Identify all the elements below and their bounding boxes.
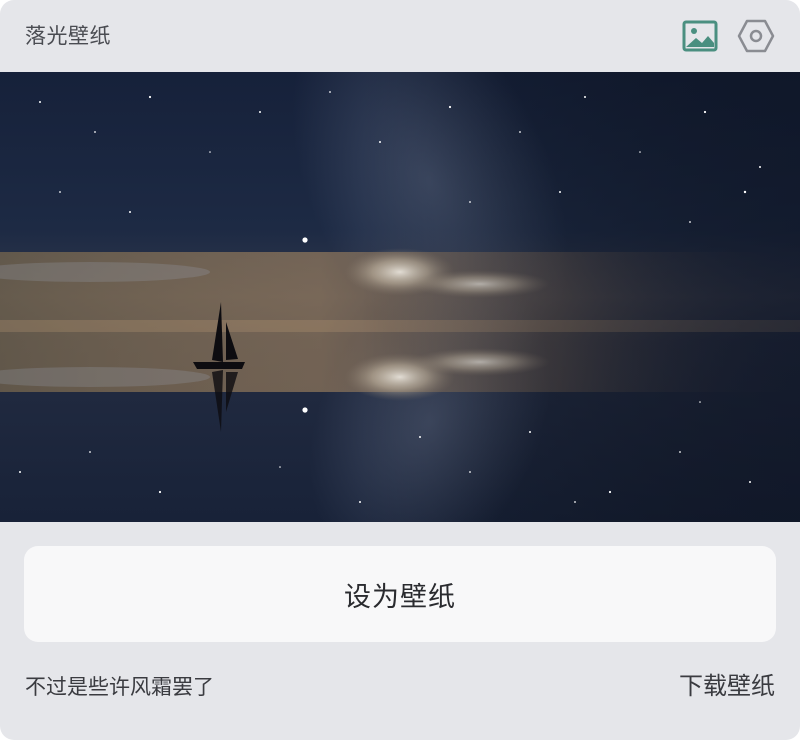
set-wallpaper-button[interactable]: 设为壁纸 <box>24 546 776 642</box>
quote-text: 不过是些许风霜罢了 <box>25 675 214 699</box>
download-wallpaper-link[interactable]: 下载壁纸 <box>679 671 775 701</box>
wallpaper-widget: 落光壁纸 设为壁纸 不过是些许风霜罢了 下载壁纸 <box>0 0 800 740</box>
gallery-button[interactable] <box>681 17 719 55</box>
app-title: 落光壁纸 <box>25 24 111 48</box>
set-wallpaper-label: 设为壁纸 <box>344 581 456 613</box>
header-bar: 落光壁纸 <box>0 0 800 72</box>
wallpaper-image <box>0 72 800 522</box>
settings-button[interactable] <box>737 17 775 55</box>
wallpaper-preview <box>0 72 800 522</box>
image-icon <box>682 20 718 52</box>
hexagon-settings-icon <box>737 19 775 53</box>
